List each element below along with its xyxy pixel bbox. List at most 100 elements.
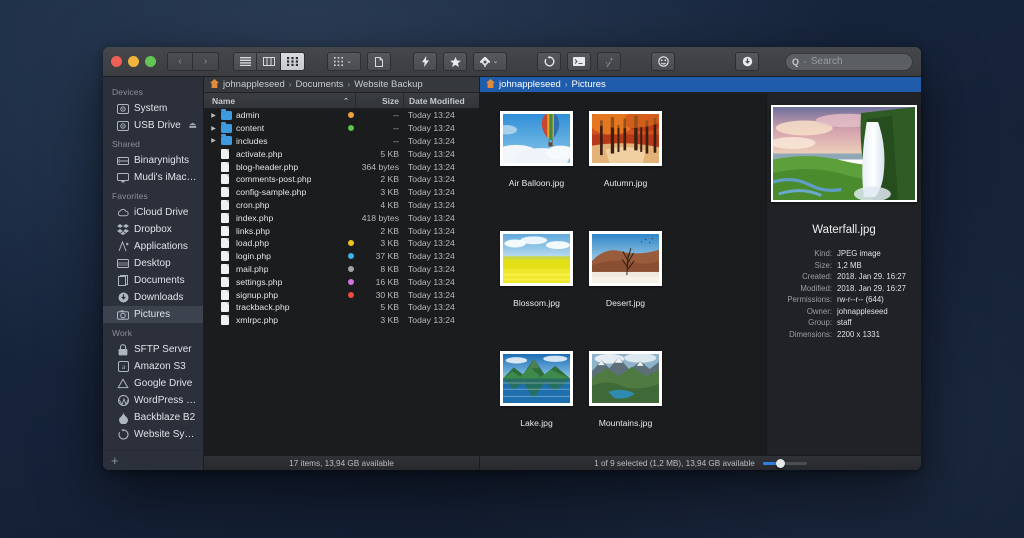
icon-view-button[interactable] [281,52,305,71]
column-view-button[interactable] [257,52,281,71]
file-row[interactable]: xmlrpc.php3 KBToday 13:24 [204,314,479,327]
icon-tile-label[interactable]: Lake.jpg [517,417,556,429]
sidebar-item-label: iCloud Drive [134,207,188,218]
close-button[interactable] [111,56,122,67]
icon-tile[interactable]: Blossom.jpg [492,225,581,345]
magic-button[interactable] [597,52,621,71]
sidebar-item-documents[interactable]: Documents [103,272,203,289]
file-row[interactable]: cron.php4 KBToday 13:24 [204,199,479,212]
sidebar-item-usb-drive[interactable]: USB Drive⏏ [103,117,203,134]
sidebar-item-sftp-server[interactable]: SFTP Server [103,341,203,358]
icon-tile[interactable]: Air Balloon.jpg [492,105,581,225]
file-row[interactable]: load.php3 KBToday 13:24 [204,237,479,250]
file-row[interactable]: ▶includes--Today 13:24 [204,135,479,148]
sidebar-item-pictures[interactable]: Pictures [103,306,203,323]
file-row[interactable]: blog-header.php364 bytesToday 13:24 [204,160,479,173]
breadcrumb-home[interactable]: johnappleseed [223,79,285,90]
file-row[interactable]: activate.php5 KBToday 13:24 [204,147,479,160]
file-icon [221,290,232,300]
left-pane-breadcrumb[interactable]: johnappleseed›Documents›Website Backup [204,77,479,93]
settings-button[interactable]: ⌄ [473,52,507,71]
sidebar-item-backblaze-b2[interactable]: Backblaze B2 [103,409,203,426]
sidebar-item-icloud-drive[interactable]: iCloud Drive [103,204,203,221]
file-list[interactable]: ▶admin--Today 13:24▶content--Today 13:24… [204,109,479,455]
breadcrumb-home[interactable]: johnappleseed [499,79,561,90]
arrange-button[interactable]: ⌄ [327,52,361,71]
disclosure-triangle-icon[interactable]: ▶ [210,112,217,119]
sync-button[interactable] [537,52,561,71]
new-document-button[interactable] [367,52,391,71]
file-row[interactable]: comments-post.php2 KBToday 13:24 [204,173,479,186]
list-view-button[interactable] [233,52,257,71]
column-header-size[interactable]: Size [355,93,403,108]
file-row[interactable]: ▶content--Today 13:24 [204,122,479,135]
file-row[interactable]: settings.php16 KBToday 13:24 [204,275,479,288]
disclosure-triangle-icon[interactable]: ▶ [210,137,217,144]
icon-tile[interactable]: Lake.jpg [492,345,581,455]
breadcrumb-item[interactable]: Pictures [571,79,605,90]
sidebar-item-mudi-s-imac-pro[interactable]: Mudi's iMac Pro [103,169,203,186]
sidebar-item-system[interactable]: System [103,100,203,117]
slider-knob[interactable] [776,459,785,468]
icon-tile[interactable]: Desert.jpg [581,225,670,345]
add-sidebar-item-button[interactable]: + [111,453,119,468]
file-row[interactable]: mail.php8 KBToday 13:24 [204,263,479,276]
sidebar-item-applications[interactable]: Applications [103,238,203,255]
file-row[interactable]: config-sample.php3 KBToday 13:24 [204,186,479,199]
file-name-label: login.php [236,251,271,261]
icon-tile[interactable]: Mountains.jpg [581,345,670,455]
thumbnail-blossom [500,231,573,286]
icon-tile-label[interactable]: Blossom.jpg [510,297,563,309]
sidebar-item-wordpress-site[interactable]: WordPress Site [103,392,203,409]
breadcrumb-item[interactable]: Website Backup [354,79,422,90]
back-button[interactable]: ‹ [167,52,193,71]
file-name-cell: ▶content [204,123,346,133]
metadata-value: 2018. Jan 29. 16:27 [837,283,906,295]
quick-action-button[interactable] [413,52,437,71]
file-row[interactable]: trackback.php5 KBToday 13:24 [204,301,479,314]
sidebar-item-desktop[interactable]: Desktop [103,255,203,272]
disclosure-triangle-icon[interactable]: ▶ [210,125,217,132]
icon-tile[interactable]: Autumn.jpg [581,105,670,225]
icon-grid[interactable]: Air Balloon.jpg Autumn.jpg [480,93,766,455]
sidebar-item-label: SFTP Server [134,344,192,355]
terminal-button[interactable] [567,52,591,71]
minimize-button[interactable] [128,56,139,67]
icon-tile-label[interactable]: Air Balloon.jpg [506,177,567,189]
file-size-cell: 37 KB [355,251,403,261]
sidebar-item-google-drive[interactable]: Google Drive [103,375,203,392]
metadata-value: johnappleseed [837,306,888,318]
sidebar-item-downloads[interactable]: Downloads [103,289,203,306]
icon-tile-label[interactable]: Autumn.jpg [601,177,650,189]
file-icon [221,302,232,312]
metadata-key: Owner: [773,306,837,318]
sidebar-item-amazon-s3[interactable]: aAmazon S3 [103,358,203,375]
breadcrumb-item[interactable]: Documents [295,79,343,90]
favorite-button[interactable] [443,52,467,71]
column-header-date[interactable]: Date Modified [403,93,479,108]
right-pane-breadcrumb[interactable]: johnappleseed›Pictures [480,77,921,93]
file-name-cell: comments-post.php [204,174,346,184]
file-row[interactable]: signup.php30 KBToday 13:24 [204,288,479,301]
icon-tile-label[interactable]: Desert.jpg [603,297,648,309]
sidebar-item-binarynights[interactable]: Binarynights [103,152,203,169]
sidebar-item-website-synclet[interactable]: Website Synclet [103,426,203,443]
zoom-button[interactable] [145,56,156,67]
file-row[interactable]: links.php2 KBToday 13:24 [204,224,479,237]
forward-button[interactable]: › [193,52,219,71]
file-icon [221,213,232,223]
face-button[interactable] [651,52,675,71]
file-row[interactable]: ▶admin--Today 13:24 [204,109,479,122]
sidebar-item-label: Amazon S3 [134,361,186,372]
download-button[interactable] [735,52,759,71]
column-header-name[interactable]: Name ⌃ [204,96,355,106]
file-name-label: links.php [236,226,270,236]
file-row[interactable]: index.php418 bytesToday 13:24 [204,211,479,224]
file-row[interactable]: login.php37 KBToday 13:24 [204,250,479,263]
icon-tile-label[interactable]: Mountains.jpg [596,417,656,429]
sidebar-item-dropbox[interactable]: Dropbox [103,221,203,238]
search-input[interactable]: Q ⌄ Search [785,53,913,71]
eject-icon[interactable]: ⏏ [188,120,197,131]
file-name-label: trackback.php [236,302,290,312]
icon-size-slider[interactable] [763,462,807,465]
